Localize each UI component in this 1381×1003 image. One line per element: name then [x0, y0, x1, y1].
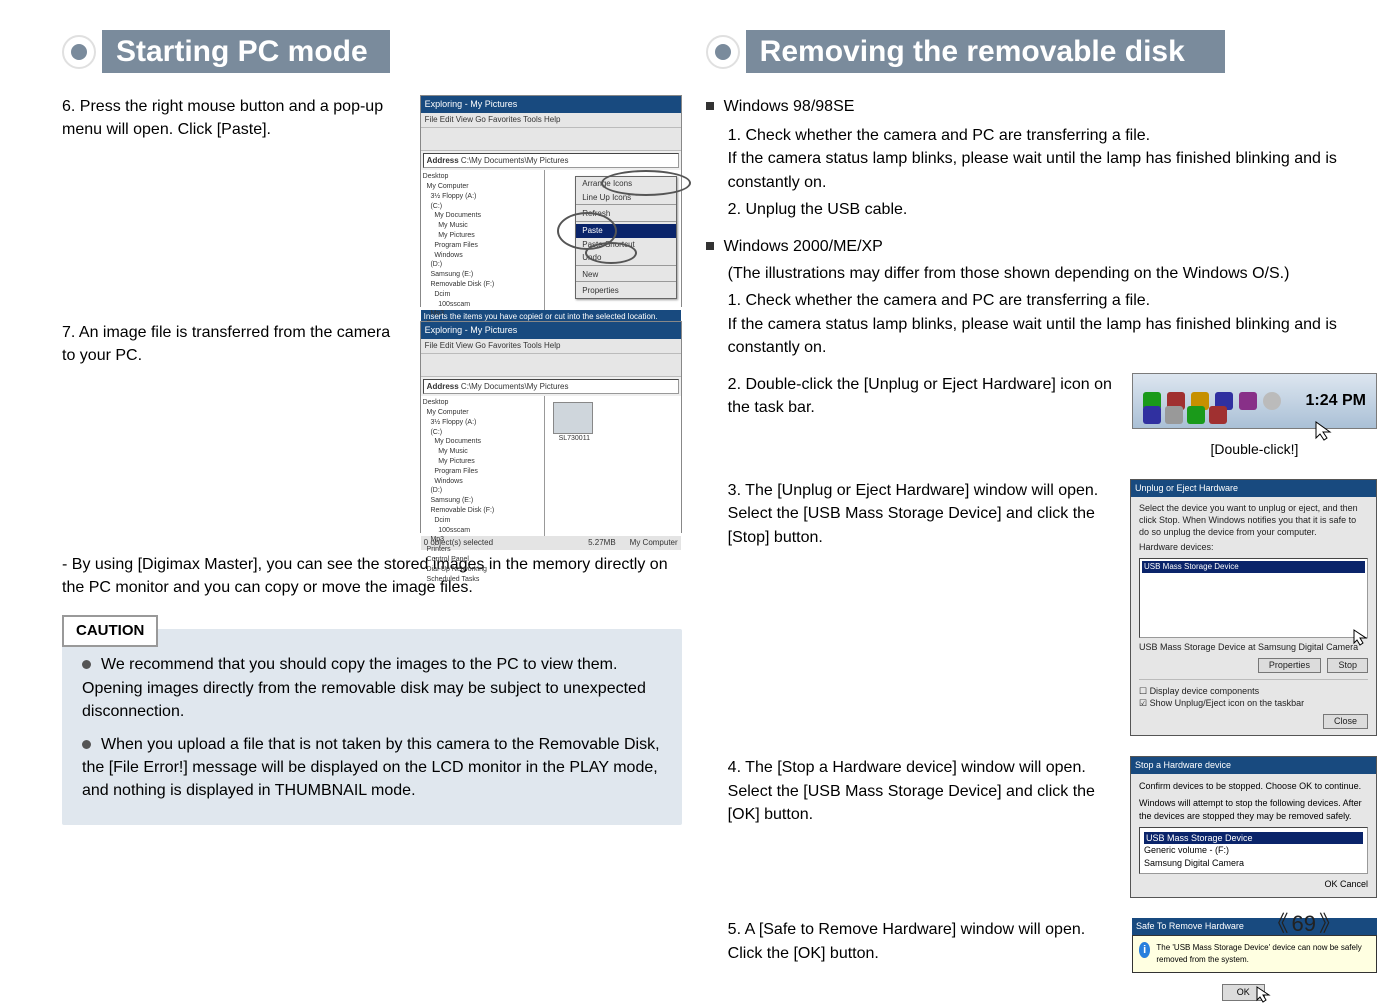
thumb-label: SL730011 — [553, 434, 595, 444]
dlg1-cb-display: Display device components — [1150, 686, 1260, 696]
heading-win2k: Windows 2000/ME/XP — [706, 235, 1377, 258]
win2-toolbar — [421, 354, 681, 377]
win1-title: Exploring - My Pictures — [421, 96, 681, 113]
unplug-eject-dialog: Unplug or Eject Hardware Select the devi… — [1130, 479, 1377, 736]
ctx-new: New — [576, 268, 676, 282]
dlg1-item: USB Mass Storage Device — [1142, 561, 1365, 573]
dlg2-intro: Confirm devices to be stopped. Choose OK… — [1139, 780, 1368, 793]
tray-icon — [1143, 406, 1161, 424]
dlg1-cb-show: Show Unplug/Eject icon on the taskbar — [1150, 698, 1305, 708]
win1-pane: Arrange Icons Line Up Icons Refresh Past… — [545, 170, 680, 310]
cursor-icon — [1314, 420, 1336, 442]
tray-time: 1:24 PM — [1306, 389, 1366, 412]
win2-menubar: File Edit View Go Favorites Tools Help — [421, 339, 681, 354]
cursor-icon — [1352, 628, 1370, 646]
step-98-1: 1. Check whether the camera and PC are t… — [728, 124, 1377, 194]
caution-item-2: When you upload a file that is not taken… — [82, 733, 662, 803]
win1-toolbar — [421, 128, 681, 151]
explorer-screenshot-2: Exploring - My Pictures File Edit View G… — [420, 321, 682, 533]
dlg2-btn-ok: OK — [1324, 879, 1337, 889]
right-section-title: Removing the removable disk — [746, 30, 1225, 73]
page-number: 《69》 — [1266, 906, 1341, 938]
dlg1-btn-close: Close — [1323, 714, 1368, 730]
left-section-header: Starting PC mode — [62, 30, 682, 73]
win2-pane: SL730011 — [545, 396, 680, 536]
step-2k-1: 1. Check whether the camera and PC are t… — [728, 289, 1377, 359]
step-2k-2: 2. Double-click the [Unplug or Eject Har… — [728, 373, 1114, 419]
left-section-title: Starting PC mode — [102, 30, 390, 73]
addr-val: C:\My Documents\My Pictures — [461, 156, 569, 165]
eject-hardware-icon — [1209, 406, 1227, 424]
win2-tree: Desktop My Computer 3½ Floppy (A:) (C:) … — [421, 396, 546, 536]
right-section-bullet — [706, 35, 740, 69]
left-section-bullet — [62, 35, 96, 69]
dlg2-li2: Generic volume - (F:) — [1144, 844, 1363, 857]
dlg2-btn-cancel: Cancel — [1340, 879, 1368, 889]
win2-status-loc: My Computer — [630, 537, 678, 549]
dlg1-intro: Select the device you want to unplug or … — [1139, 503, 1368, 538]
step-6-text: 6. Press the right mouse button and a po… — [62, 95, 406, 141]
dlg3-msg: The 'USB Mass Storage Device' device can… — [1156, 942, 1370, 965]
tray-caption: [Double-click!] — [1132, 439, 1377, 459]
tray-icon — [1239, 392, 1257, 410]
tray-icon — [1263, 392, 1281, 410]
callout-bubble-1 — [601, 170, 691, 196]
desc-win2k: (The illustrations may differ from those… — [728, 262, 1377, 285]
thumb-icon — [553, 402, 593, 434]
ctx-prop: Properties — [576, 284, 676, 298]
step-2k-5: 5. A [Safe to Remove Hardware] window wi… — [728, 918, 1114, 964]
step-2k-3: 3. The [Unplug or Eject Hardware] window… — [728, 479, 1112, 549]
step-98-2: 2. Unplug the USB cable. — [728, 198, 1377, 221]
dlg2-intro2: Windows will attempt to stop the followi… — [1139, 797, 1368, 823]
stop-hardware-dialog: Stop a Hardware device Confirm devices t… — [1130, 756, 1377, 898]
digimax-master-note: - By using [Digimax Master], you can see… — [62, 553, 682, 599]
dlg2-li1: USB Mass Storage Device — [1144, 832, 1363, 845]
caution-label: CAUTION — [62, 615, 158, 647]
win2-title: Exploring - My Pictures — [421, 322, 681, 339]
dlg1-desc: USB Mass Storage Device at Samsung Digit… — [1139, 642, 1368, 654]
win1-tree: Desktop My Computer 3½ Floppy (A:) (C:) … — [421, 170, 546, 310]
dlg1-title: Unplug or Eject Hardware — [1131, 480, 1376, 497]
caution-box: CAUTION We recommend that you should cop… — [62, 629, 682, 824]
dlg1-btn-props: Properties — [1258, 658, 1321, 674]
dlg2-li3: Samsung Digital Camera — [1144, 857, 1363, 870]
step-2k-4: 4. The [Stop a Hardware device] window w… — [728, 756, 1112, 826]
system-tray-image: 1:24 PM — [1132, 373, 1377, 429]
explorer-screenshot-1: Exploring - My Pictures File Edit View G… — [420, 95, 682, 307]
heading-win98: Windows 98/98SE — [706, 95, 1377, 118]
right-section-header: Removing the removable disk — [706, 30, 1377, 73]
tray-icon — [1165, 406, 1183, 424]
dlg2-title: Stop a Hardware device — [1131, 757, 1376, 774]
info-icon: i — [1139, 942, 1150, 958]
step-7-text: 7. An image file is transferred from the… — [62, 321, 406, 367]
dlg1-btn-stop: Stop — [1327, 658, 1368, 674]
win2-status-size: 5.27MB — [588, 537, 616, 549]
tray-icon — [1187, 406, 1205, 424]
win1-menubar: File Edit View Go Favorites Tools Help — [421, 113, 681, 128]
caution-item-1: We recommend that you should copy the im… — [82, 653, 662, 723]
cursor-icon — [1255, 985, 1273, 1003]
win2-status-left: 0 object(s) selected — [424, 537, 493, 549]
addr-lbl: Address — [427, 156, 459, 165]
dlg1-hw-label: Hardware devices: — [1139, 542, 1368, 554]
